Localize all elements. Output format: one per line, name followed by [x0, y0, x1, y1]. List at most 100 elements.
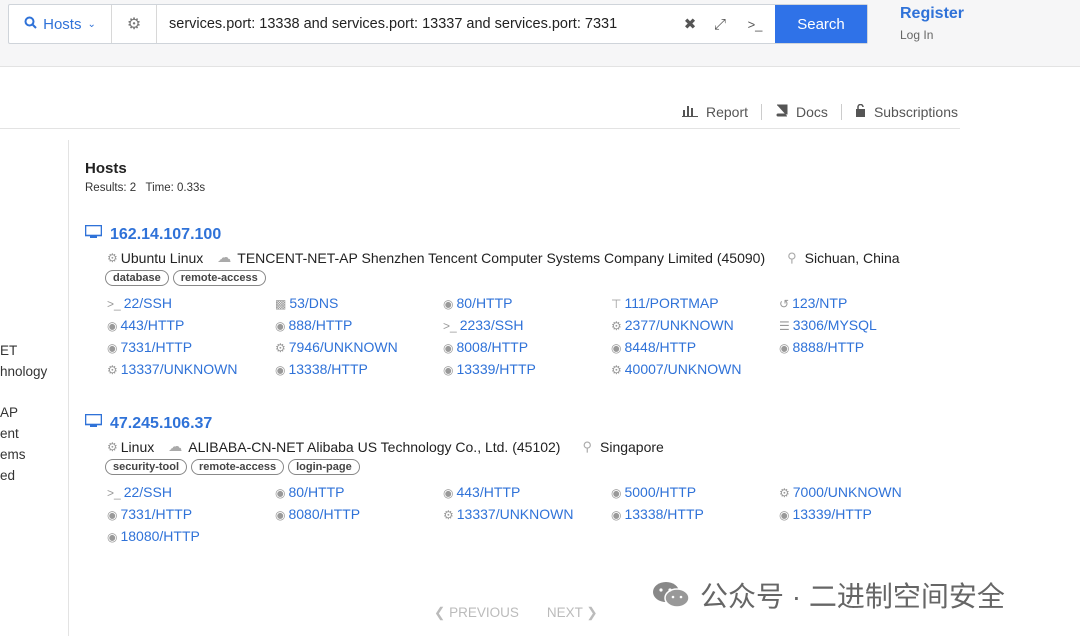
service-link[interactable]: >_ 22/SSH [107, 295, 172, 311]
service-label: 22/SSH [123, 484, 172, 500]
service-link[interactable]: ⊤ 111/PORTMAP [611, 295, 719, 311]
search-input[interactable] [157, 5, 675, 43]
service-label: 8888/HTTP [792, 339, 865, 355]
gear-icon: ⚙ [107, 439, 118, 454]
next-page-button[interactable]: NEXT ❯ [547, 605, 598, 621]
monitor-icon [84, 224, 103, 244]
host-card: 162.14.107.100 ⚙ Ubuntu Linux ☁ TENCENT-… [84, 224, 965, 377]
tag[interactable]: remote-access [191, 459, 285, 475]
sidebar-text: ed [0, 468, 16, 483]
login-link[interactable]: Log In [900, 28, 933, 42]
results-title: Hosts [85, 160, 127, 177]
tag-list: database remote-access [105, 270, 266, 286]
tag[interactable]: database [105, 270, 169, 286]
service-link[interactable]: ⚙ 13337/UNKNOWN [107, 361, 237, 377]
service-link[interactable]: ☰ 3306/MYSQL [779, 317, 877, 333]
service-link[interactable]: ⚙ 2377/UNKNOWN [611, 317, 734, 333]
pagination: ❮ PREVIOUS NEXT ❯ [434, 605, 598, 621]
service-link[interactable]: ◉ 8448/HTTP [611, 339, 696, 355]
terminal-icon: >_ [107, 297, 121, 311]
host-ip-link[interactable]: 162.14.107.100 [84, 224, 965, 244]
search-icon [24, 16, 37, 33]
sidebar-fragment: ET hnology AP ent ems ed [0, 340, 60, 486]
service-link[interactable]: ◉ 13338/HTTP [611, 506, 704, 522]
sidebar-text: ent [0, 426, 19, 441]
cloud-icon: ☁ [168, 438, 183, 454]
service-link[interactable]: ◉ 80/HTTP [275, 484, 345, 500]
settings-button[interactable]: ⚙ [112, 5, 157, 43]
top-bar: Hosts ⌄ ⚙ ✖ ⤢ >_ Search Register Log In [0, 0, 1080, 67]
wechat-icon [652, 580, 690, 610]
gear-icon: ⚙ [126, 16, 142, 33]
service-link[interactable]: ◉ 8888/HTTP [779, 339, 864, 355]
gear-icon: ⚙ [443, 508, 454, 522]
globe-icon: ◉ [611, 486, 622, 500]
tag[interactable]: login-page [288, 459, 360, 475]
tag[interactable]: security-tool [105, 459, 188, 475]
globe-icon: ◉ [275, 319, 286, 333]
docs-link[interactable]: Docs [775, 104, 828, 120]
gear-icon: ⚙ [611, 363, 622, 377]
service-link[interactable]: >_ 22/SSH [107, 484, 172, 500]
docs-label: Docs [796, 104, 828, 120]
service-link[interactable]: >_ 2233/SSH [443, 317, 524, 333]
service-link[interactable]: ◉ 8080/HTTP [275, 506, 360, 522]
host-os: Linux [120, 438, 155, 455]
scope-dropdown[interactable]: Hosts ⌄ [9, 5, 112, 43]
service-label: 13337/UNKNOWN [120, 361, 238, 377]
host-ip-link[interactable]: 47.245.106.37 [84, 413, 965, 433]
service-link[interactable]: ◉ 888/HTTP [275, 317, 352, 333]
report-link[interactable]: Report [682, 104, 748, 120]
previous-page-button[interactable]: ❮ PREVIOUS [434, 605, 519, 621]
expand-icon: ⤢ [713, 15, 726, 33]
service-link[interactable]: ◉ 443/HTTP [107, 317, 184, 333]
service-link[interactable]: ◉ 13339/HTTP [443, 361, 536, 377]
host-location[interactable]: Singapore [600, 439, 664, 455]
tag[interactable]: remote-access [172, 270, 266, 286]
service-label: 2377/UNKNOWN [624, 317, 734, 333]
subscriptions-link[interactable]: Subscriptions [855, 103, 958, 120]
globe-icon: ◉ [443, 486, 454, 500]
service-link[interactable]: ⚙ 13337/UNKNOWN [443, 506, 573, 522]
service-link[interactable]: ◉ 7331/HTTP [107, 506, 192, 522]
service-link[interactable]: ↺ 123/NTP [779, 295, 847, 311]
host-os: Ubuntu Linux [120, 249, 204, 266]
search-button[interactable]: Search [775, 5, 867, 43]
service-link[interactable]: ⚙ 40007/UNKNOWN [611, 361, 741, 377]
results-summary: Results: 2 Time: 0.33s [85, 182, 206, 194]
gear-icon: ⚙ [779, 486, 790, 500]
service-link[interactable]: ◉ 443/HTTP [443, 484, 520, 500]
host-network[interactable]: TENCENT-NET-AP Shenzhen Tencent Computer… [237, 250, 765, 266]
globe-icon: ◉ [443, 363, 454, 377]
service-link[interactable]: ◉ 5000/HTTP [611, 484, 696, 500]
service-label: 13338/HTTP [288, 361, 368, 377]
gear-icon: ⚙ [107, 250, 118, 265]
service-label: 80/HTTP [288, 484, 345, 500]
globe-icon: ◉ [443, 297, 454, 311]
host-network[interactable]: ALIBABA-CN-NET Alibaba US Technology Co.… [188, 439, 560, 455]
cloud-icon: ☁ [217, 249, 232, 265]
service-link[interactable]: ⚙ 7946/UNKNOWN [275, 339, 398, 355]
expand-button[interactable]: ⤢ [705, 5, 735, 43]
service-link[interactable]: ◉ 18080/HTTP [107, 528, 200, 544]
divider [761, 104, 763, 120]
sidebar-text: ems [0, 447, 26, 462]
host-location[interactable]: Sichuan, China [805, 250, 900, 266]
clear-search-button[interactable]: ✖ [675, 5, 705, 43]
service-link[interactable]: ◉ 13338/HTTP [275, 361, 368, 377]
service-label: 8008/HTTP [456, 339, 529, 355]
gear-icon: ⚙ [275, 341, 286, 355]
register-link[interactable]: Register [900, 5, 964, 23]
portmap-icon: ⊤ [611, 297, 622, 311]
globe-icon: ◉ [275, 508, 286, 522]
host-ip: 47.245.106.37 [110, 414, 213, 432]
service-link[interactable]: ◉ 8008/HTTP [443, 339, 528, 355]
service-link[interactable]: ⚙ 7000/UNKNOWN [779, 484, 902, 500]
service-link[interactable]: ◉ 7331/HTTP [107, 339, 192, 355]
service-label: 7331/HTTP [120, 339, 193, 355]
service-link[interactable]: ◉ 80/HTTP [443, 295, 513, 311]
cli-button[interactable]: >_ [735, 5, 775, 43]
service-link[interactable]: ▩ 53/DNS [275, 295, 338, 311]
service-link[interactable]: ◉ 13339/HTTP [779, 506, 872, 522]
sidebar-text: AP [0, 405, 19, 420]
